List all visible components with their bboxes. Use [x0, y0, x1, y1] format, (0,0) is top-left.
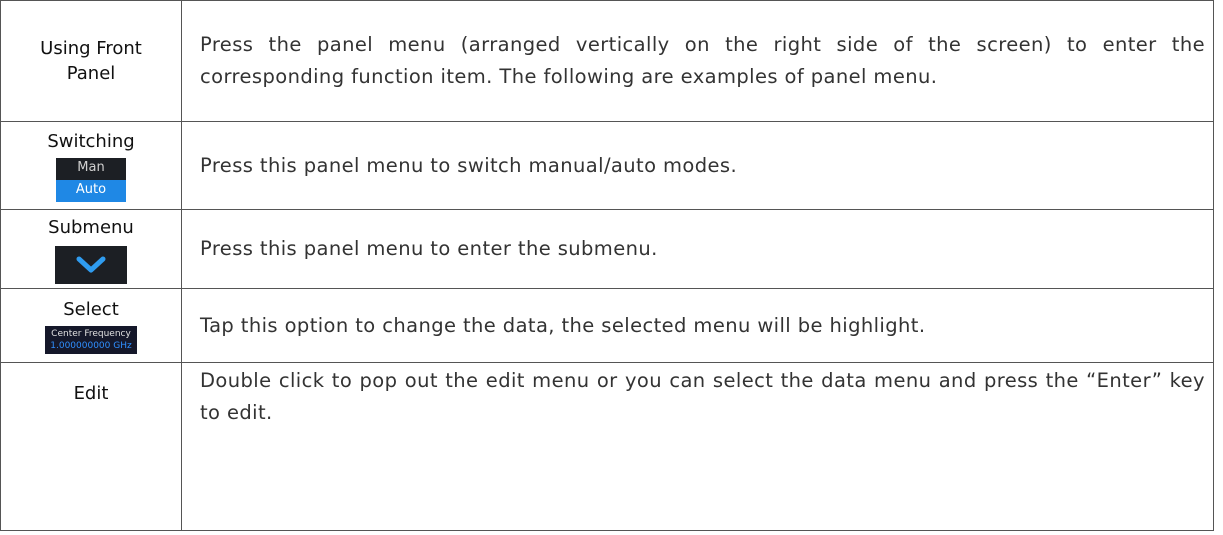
- option-man: Man: [77, 160, 105, 175]
- row-label-select: Select Center Frequency 1.000000000 GHz: [0, 288, 182, 363]
- row-label: Select: [63, 299, 119, 320]
- select-menu-title: Center Frequency: [51, 329, 131, 339]
- table-row: Switching Man Auto Press this panel menu…: [0, 121, 1214, 210]
- table-row: Edit Double click to pop out the edit me…: [0, 362, 1214, 531]
- row-label: Switching: [47, 131, 135, 152]
- select-menu-value: 1.000000000 GHz: [50, 341, 132, 351]
- row-description: Press this panel menu to switch manual/a…: [181, 121, 1214, 210]
- row-label: Using Front Panel: [40, 38, 142, 84]
- chevron-down-icon: [76, 256, 106, 272]
- row-description: Double click to pop out the edit menu or…: [181, 362, 1214, 531]
- row-label-switching: Switching Man Auto: [0, 121, 182, 210]
- panel-menu-table: Using Front Panel Press the panel menu (…: [0, 0, 1214, 531]
- option-auto-selected: Auto: [56, 180, 126, 202]
- row-label-submenu: Submenu: [0, 209, 182, 289]
- row-label-edit: Edit: [0, 362, 182, 531]
- man-auto-toggle-example: Man Auto: [56, 158, 126, 202]
- table-row: Submenu Press this panel menu to enter t…: [0, 209, 1214, 289]
- submenu-button-example: [55, 245, 127, 284]
- row-label: Edit: [73, 383, 109, 404]
- table-row: Select Center Frequency 1.000000000 GHz …: [0, 288, 1214, 363]
- row-description: Tap this option to change the data, the …: [181, 288, 1214, 363]
- row-description: Press this panel menu to enter the subme…: [181, 209, 1214, 289]
- select-menu-example: Center Frequency 1.000000000 GHz: [45, 326, 137, 354]
- row-description: Press the panel menu (arranged verticall…: [181, 0, 1214, 122]
- row-label: Submenu: [48, 216, 134, 238]
- table-row: Using Front Panel Press the panel menu (…: [0, 0, 1214, 122]
- row-label-using-front-panel: Using Front Panel: [0, 0, 182, 122]
